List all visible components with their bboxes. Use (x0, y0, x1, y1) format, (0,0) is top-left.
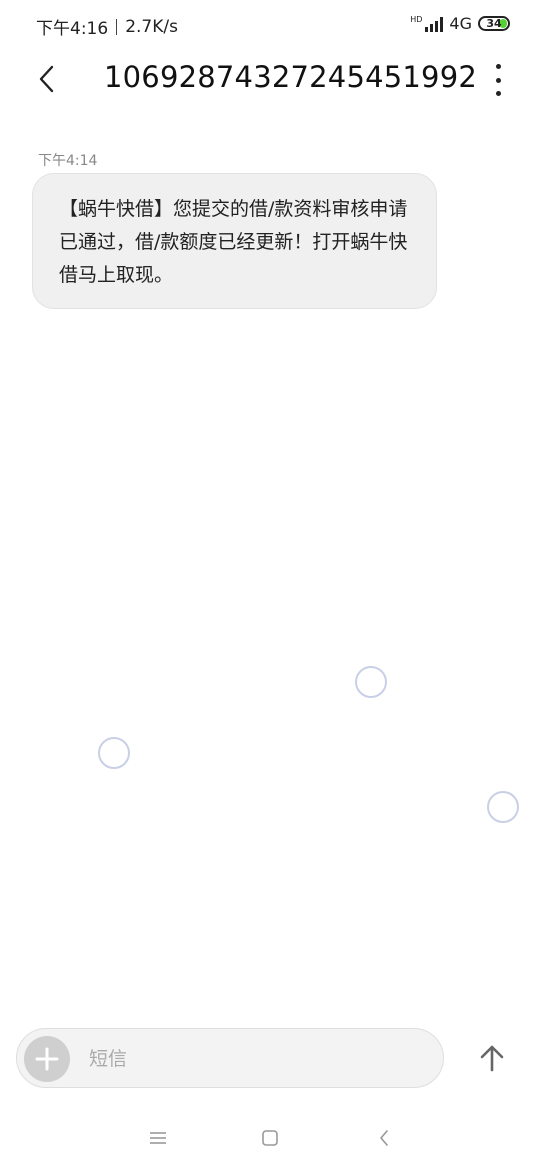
back-button[interactable] (30, 62, 62, 96)
message-bubble[interactable]: 【蜗牛快借】您提交的借/款资料审核申请已通过，借/款额度已经更新！打开蜗牛快借马… (32, 173, 437, 309)
status-time: 下午4:16 (36, 19, 109, 39)
send-button[interactable] (472, 1038, 512, 1078)
status-bar: 下午4:16 2.7K/s HD 4G 34 (0, 0, 540, 52)
arrow-up-icon (480, 1045, 504, 1072)
conversation-header: 10692874327245451992 (0, 52, 540, 108)
status-right: HD 4G 34 (410, 14, 510, 33)
status-separator (116, 18, 118, 35)
more-vertical-icon (495, 64, 501, 69)
composer-bar (16, 1028, 444, 1088)
plus-icon (35, 1047, 59, 1071)
square-icon (262, 1130, 278, 1146)
nav-home-button[interactable] (256, 1124, 284, 1152)
touch-indicator (355, 666, 387, 698)
chevron-left-icon (39, 65, 54, 93)
network-type: 4G (449, 14, 472, 33)
touch-indicator (98, 737, 130, 769)
battery-level: 34 (486, 17, 502, 30)
chevron-left-icon (380, 1130, 388, 1146)
message-input[interactable] (87, 1039, 431, 1079)
system-nav-bar (0, 1110, 540, 1170)
status-left: 下午4:16 2.7K/s (36, 14, 178, 40)
page-title: 10692874327245451992 (104, 60, 478, 94)
nav-menu-button[interactable] (144, 1124, 172, 1152)
nav-back-button[interactable] (370, 1124, 398, 1152)
hd-label: HD (410, 14, 423, 24)
touch-indicator (487, 791, 519, 823)
network-speed: 2.7K/s (125, 16, 178, 37)
more-options-button[interactable] (488, 64, 508, 96)
battery-icon: 34 (478, 16, 510, 31)
signal-icon: HD (410, 14, 444, 32)
menu-icon (150, 1132, 166, 1144)
add-attachment-button[interactable] (24, 1036, 70, 1082)
message-timestamp: 下午4:14 (38, 153, 98, 169)
